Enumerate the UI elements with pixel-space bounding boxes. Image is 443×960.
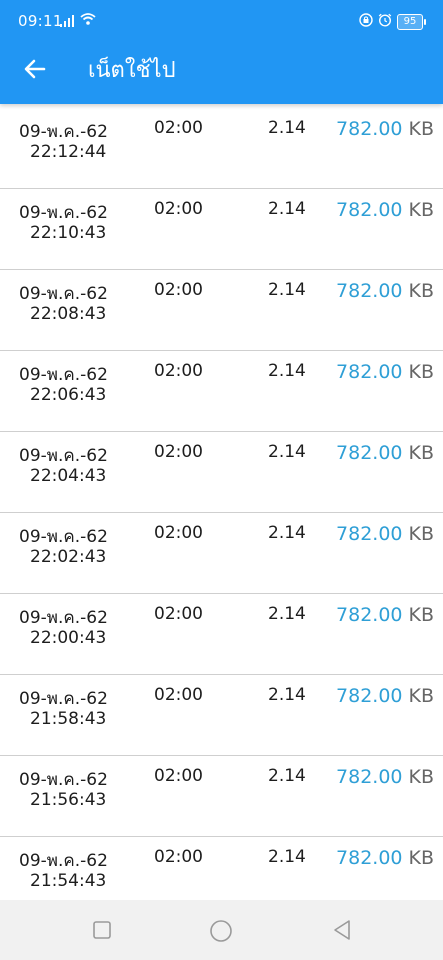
row-size: 782.00 KB <box>336 199 434 221</box>
arrow-left-icon[interactable] <box>20 54 50 84</box>
row-date: 09-พ.ค.-62 <box>19 851 108 871</box>
row-size: 782.00 KB <box>336 442 434 464</box>
row-date: 09-พ.ค.-62 <box>19 365 108 385</box>
row-size-value: 782.00 <box>336 361 403 383</box>
row-size-unit: KB <box>408 604 435 626</box>
row-size-value: 782.00 <box>336 766 403 788</box>
row-size-value: 782.00 <box>336 442 403 464</box>
row-size-unit: KB <box>408 280 435 302</box>
row-size: 782.00 KB <box>336 685 434 707</box>
usage-list: 09-พ.ค.-62 22:12:44 02:00 2.14 782.00 KB … <box>0 108 443 917</box>
row-duration: 02:00 <box>154 361 203 381</box>
row-size-unit: KB <box>408 199 435 221</box>
row-amount: 2.14 <box>268 685 306 705</box>
row-date: 09-พ.ค.-62 <box>19 446 108 466</box>
row-size: 782.00 KB <box>336 847 434 869</box>
row-size-unit: KB <box>408 523 435 545</box>
row-duration: 02:00 <box>154 118 203 138</box>
row-amount: 2.14 <box>268 523 306 543</box>
row-size-value: 782.00 <box>336 280 403 302</box>
row-size: 782.00 KB <box>336 280 434 302</box>
status-right-group: 95 <box>359 12 426 31</box>
row-time: 22:10:43 <box>30 223 107 243</box>
usage-row[interactable]: 09-พ.ค.-62 21:58:43 02:00 2.14 782.00 KB <box>0 675 443 756</box>
row-size: 782.00 KB <box>336 361 434 383</box>
app-bar: เน็ตใช้ไป <box>0 44 443 104</box>
row-amount: 2.14 <box>268 442 306 462</box>
row-date: 09-พ.ค.-62 <box>19 284 108 304</box>
row-date: 09-พ.ค.-62 <box>19 527 108 547</box>
row-amount: 2.14 <box>268 604 306 624</box>
usage-row[interactable]: 09-พ.ค.-62 21:56:43 02:00 2.14 782.00 KB <box>0 756 443 837</box>
usage-row[interactable]: 09-พ.ค.-62 22:04:43 02:00 2.14 782.00 KB <box>0 432 443 513</box>
row-time: 22:04:43 <box>30 466 107 486</box>
row-size-value: 782.00 <box>336 523 403 545</box>
row-date: 09-พ.ค.-62 <box>19 608 108 628</box>
row-time: 21:56:43 <box>30 790 107 810</box>
row-duration: 02:00 <box>154 523 203 543</box>
usage-row[interactable]: 09-พ.ค.-62 22:12:44 02:00 2.14 782.00 KB <box>0 108 443 189</box>
lock-icon <box>359 12 373 31</box>
row-time: 22:02:43 <box>30 547 107 567</box>
usage-row[interactable]: 09-พ.ค.-62 22:10:43 02:00 2.14 782.00 KB <box>0 189 443 270</box>
row-size-value: 782.00 <box>336 118 403 140</box>
row-size-unit: KB <box>408 361 435 383</box>
usage-row[interactable]: 09-พ.ค.-62 22:02:43 02:00 2.14 782.00 KB <box>0 513 443 594</box>
row-date: 09-พ.ค.-62 <box>19 122 108 142</box>
row-amount: 2.14 <box>268 361 306 381</box>
page-title: เน็ตใช้ไป <box>88 58 176 83</box>
row-amount: 2.14 <box>268 766 306 786</box>
wifi-icon <box>80 11 96 30</box>
row-date: 09-พ.ค.-62 <box>19 203 108 223</box>
row-size: 782.00 KB <box>336 766 434 788</box>
row-size-value: 782.00 <box>336 604 403 626</box>
row-size: 782.00 KB <box>336 523 434 545</box>
top-bar: 09:11 95 เน็ตใช้ไป <box>0 0 443 104</box>
row-date: 09-พ.ค.-62 <box>19 770 108 790</box>
row-amount: 2.14 <box>268 118 306 138</box>
row-time: 22:12:44 <box>30 142 107 162</box>
row-amount: 2.14 <box>268 199 306 219</box>
status-bar: 09:11 95 <box>0 0 443 44</box>
row-time: 22:00:43 <box>30 628 107 648</box>
circle-icon[interactable] <box>208 918 232 942</box>
row-size: 782.00 KB <box>336 118 434 140</box>
row-duration: 02:00 <box>154 442 203 462</box>
row-size-value: 782.00 <box>336 685 403 707</box>
row-amount: 2.14 <box>268 280 306 300</box>
triangle-back-icon[interactable] <box>330 918 354 942</box>
battery-icon: 95 <box>397 13 426 30</box>
row-duration: 02:00 <box>154 685 203 705</box>
row-time: 22:08:43 <box>30 304 107 324</box>
row-size-unit: KB <box>408 442 435 464</box>
row-time: 21:54:43 <box>30 871 107 891</box>
alarm-icon <box>378 12 392 31</box>
row-time: 21:58:43 <box>30 709 107 729</box>
row-size-unit: KB <box>408 118 435 140</box>
usage-row[interactable]: 09-พ.ค.-62 22:06:43 02:00 2.14 782.00 KB <box>0 351 443 432</box>
square-icon[interactable] <box>90 918 114 942</box>
row-duration: 02:00 <box>154 199 203 219</box>
row-duration: 02:00 <box>154 847 203 867</box>
row-time: 22:06:43 <box>30 385 107 405</box>
row-date: 09-พ.ค.-62 <box>19 689 108 709</box>
row-size-unit: KB <box>408 685 435 707</box>
row-size-value: 782.00 <box>336 847 403 869</box>
row-size: 782.00 KB <box>336 604 434 626</box>
system-nav-bar <box>0 900 443 960</box>
row-amount: 2.14 <box>268 847 306 867</box>
usage-row[interactable]: 09-พ.ค.-62 22:08:43 02:00 2.14 782.00 KB <box>0 270 443 351</box>
usage-row[interactable]: 09-พ.ค.-62 22:00:43 02:00 2.14 782.00 KB <box>0 594 443 675</box>
signal-icon <box>60 12 76 31</box>
row-duration: 02:00 <box>154 766 203 786</box>
row-size-unit: KB <box>408 847 435 869</box>
row-size-value: 782.00 <box>336 199 403 221</box>
row-size-unit: KB <box>408 766 435 788</box>
row-duration: 02:00 <box>154 280 203 300</box>
status-time: 09:11 <box>18 12 63 30</box>
row-duration: 02:00 <box>154 604 203 624</box>
